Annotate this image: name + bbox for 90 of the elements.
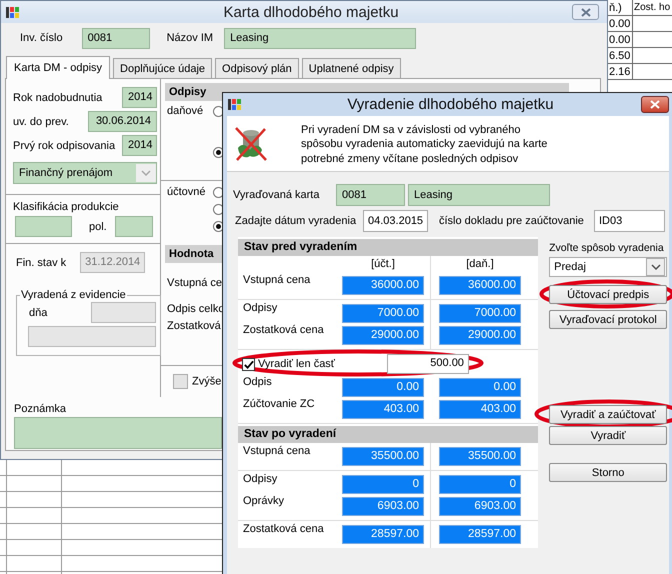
field-label: Zostatková <box>166 320 222 332</box>
field-label: Prvý rok odpisovania <box>13 140 116 152</box>
window-title: Karta dlhodobého majetku <box>222 4 400 20</box>
action-button[interactable]: Účtovací predpis <box>549 285 668 304</box>
column-header: Zost. ho <box>633 0 672 16</box>
crossed-trash-icon <box>234 126 268 162</box>
value-field[interactable]: 0.00 <box>439 378 521 397</box>
checkbox[interactable] <box>173 374 188 389</box>
dropdown[interactable]: Finančný prenájom <box>13 162 157 184</box>
info-text: Pri vyradení DM sa v závislosti od vybraného spôsobu vyradenia automaticky zaevidujú na karte potrebné zmeny včítane posledných odpisov <box>301 122 548 166</box>
value-field[interactable]: 403.00 <box>342 400 424 419</box>
action-button[interactable]: Vyradiť a zaúčtovať <box>549 405 668 424</box>
dropdown[interactable]: Predaj <box>549 257 668 277</box>
group-title: Vyradená z evidencie <box>20 289 127 301</box>
field-label: Vyraďovaná karta <box>233 189 320 201</box>
date-field[interactable]: 04.03.2015 <box>363 210 428 232</box>
field-label: Klasifikácia produkcie <box>13 201 120 213</box>
check-icon <box>243 358 254 370</box>
section-header: Stav po vyradení <box>238 426 538 443</box>
value-field[interactable]: 7000.00 <box>342 304 424 323</box>
caret-icon <box>650 264 661 270</box>
value-field[interactable]: 6903.00 <box>342 497 424 516</box>
close-button[interactable] <box>641 96 669 113</box>
input-field[interactable]: 2014 <box>122 135 157 156</box>
field-label: dňa <box>29 306 48 318</box>
app-icon <box>5 4 20 20</box>
input-field[interactable] <box>91 302 156 323</box>
date-field[interactable]: 31.12.2014 <box>80 252 146 273</box>
action-button[interactable]: Storno <box>549 463 668 482</box>
input-field[interactable]: Leasing <box>224 28 416 48</box>
action-button[interactable]: Vyraďovací protokol <box>549 310 668 329</box>
input-field[interactable]: 0081 <box>336 184 405 206</box>
section-header: Stav pred vyradením <box>238 239 538 256</box>
radio-label: daňové <box>167 105 204 117</box>
value-field[interactable]: 0 <box>342 475 424 494</box>
radio-label: účtovné <box>167 186 206 198</box>
row-label: Zostatková cena <box>242 324 325 336</box>
input-field[interactable]: Leasing <box>408 184 550 206</box>
value-field[interactable]: 36000.00 <box>439 276 521 295</box>
field-label: Vstupná ce <box>166 277 222 289</box>
row-label: Zúčtovanie ZC <box>242 398 316 410</box>
value-field[interactable]: 29000.00 <box>439 326 521 345</box>
action-button[interactable]: Vyradiť <box>549 426 668 445</box>
value-field[interactable]: 6903.00 <box>439 497 521 516</box>
value-field[interactable]: 35500.00 <box>439 447 521 466</box>
caret-icon <box>141 170 151 176</box>
field-label: Fin. stav k <box>16 256 66 268</box>
field-label: Inv. číslo <box>20 32 63 44</box>
value-field[interactable]: 403.00 <box>439 400 521 419</box>
tab[interactable]: Karta DM - odpisy <box>6 56 110 79</box>
field-label: číslo dokladu pre zaúčtovanie <box>439 215 585 227</box>
value-field[interactable]: 7000.00 <box>439 304 521 323</box>
input-field[interactable]: 0081 <box>82 28 150 48</box>
value-field[interactable]: 0 <box>439 475 521 494</box>
input-field[interactable]: 2014 <box>122 87 157 108</box>
note-field[interactable] <box>14 417 222 449</box>
row-label: Vstupná cena <box>242 274 312 286</box>
field-label: Zadajte dátum vyradenia <box>234 215 358 227</box>
input-field[interactable] <box>15 216 72 237</box>
row-label: Odpisy <box>242 473 278 485</box>
field-label: pol. <box>89 220 107 232</box>
input-field[interactable] <box>114 216 153 237</box>
row-label: Vstupná cena <box>242 445 312 457</box>
value-field[interactable]: 28597.00 <box>342 525 424 544</box>
input-field[interactable]: ID03 <box>594 210 665 232</box>
field-label: Poznámka <box>14 403 66 415</box>
value-field[interactable]: 35500.00 <box>342 447 424 466</box>
field-label: Názov IM <box>166 32 214 44</box>
app-icon <box>227 97 242 112</box>
field-label: uv. do prev. <box>13 116 69 128</box>
tab[interactable]: Odpisový plán <box>215 58 299 78</box>
row-label: Oprávky <box>242 495 285 507</box>
close-icon <box>580 6 592 18</box>
checkbox-label: Vyradiť len časť <box>258 358 335 370</box>
row-label: Odpisy <box>242 302 278 314</box>
tab[interactable]: Doplňujúce údaje <box>113 58 212 78</box>
value-field[interactable]: 29000.00 <box>342 326 424 345</box>
value-field[interactable]: 0.00 <box>342 378 424 397</box>
tab[interactable]: Uplatnené odpisy <box>302 58 401 78</box>
checkbox[interactable] <box>242 358 255 370</box>
value-field[interactable]: 28597.00 <box>439 525 521 544</box>
checkbox-label: Zvýše <box>192 375 222 388</box>
input-field[interactable]: 30.06.2014 <box>88 111 157 132</box>
value-field[interactable]: 36000.00 <box>342 276 424 295</box>
field-label: Rok nadobudnutia <box>13 92 102 104</box>
input-field[interactable] <box>28 326 156 347</box>
row-label: Zostatková cena <box>242 523 325 535</box>
input-field[interactable]: 500.00 <box>386 354 469 374</box>
close-icon <box>649 99 661 110</box>
row-label: Odpis <box>242 376 273 388</box>
